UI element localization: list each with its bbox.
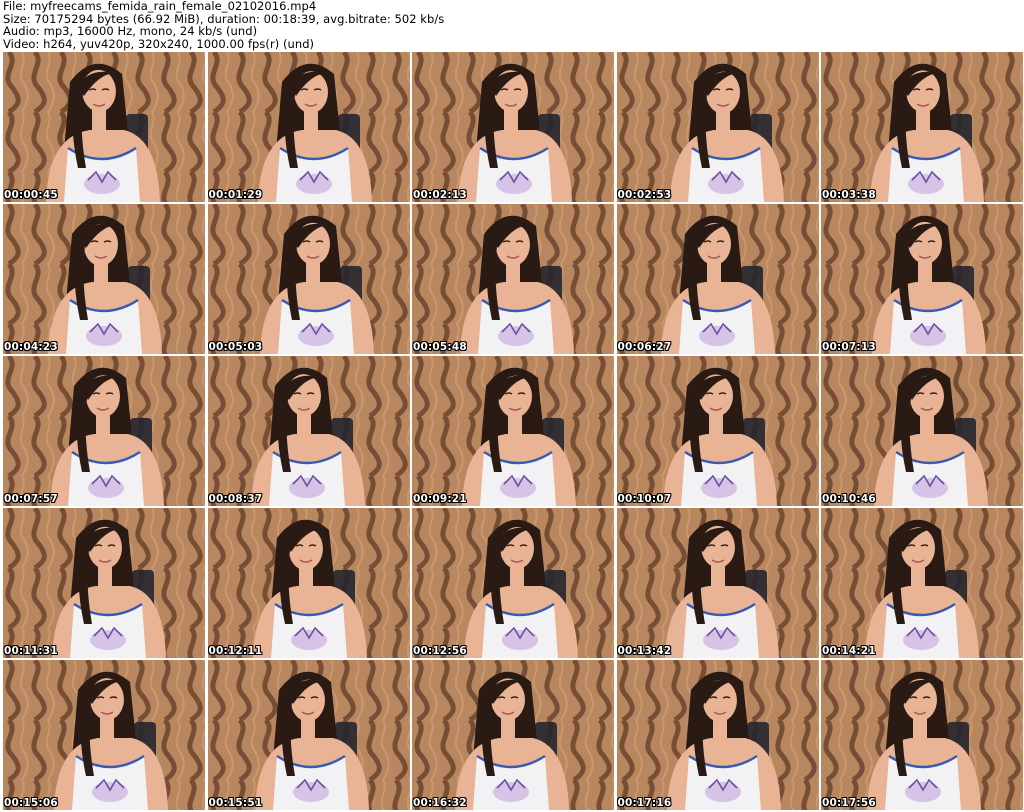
video-thumbnail: 00:02:13 [412, 52, 614, 202]
video-frame [821, 356, 1023, 506]
thumbnail-timestamp: 00:13:42 [617, 645, 672, 657]
thumbnail-timestamp: 00:10:46 [822, 493, 876, 505]
video-thumbnail: 00:04:23 [3, 204, 205, 354]
thumbnail-timestamp: 00:05:48 [413, 341, 467, 353]
video-thumbnail: 00:12:56 [412, 508, 614, 658]
thumbnail-timestamp: 00:16:32 [413, 797, 467, 809]
video-thumbnail: 00:14:21 [821, 508, 1023, 658]
video-frame [412, 356, 614, 506]
file-name-line: File: myfreecams_femida_rain_female_0210… [3, 0, 317, 13]
video-frame [616, 204, 819, 354]
thumbnail-timestamp: 00:00:45 [4, 189, 58, 201]
video-frame [616, 508, 819, 658]
video-thumbnail: 00:11:31 [3, 508, 205, 658]
video-thumbnail: 00:02:53 [616, 52, 819, 202]
video-thumbnail: 00:12:11 [207, 508, 410, 658]
video-thumbnail: 00:07:57 [3, 356, 205, 506]
thumbnail-timestamp: 00:11:31 [4, 645, 58, 657]
video-frame [207, 660, 410, 810]
video-thumbnail: 00:03:38 [821, 52, 1023, 202]
thumbnail-timestamp: 00:07:13 [822, 341, 876, 353]
video-frame [3, 52, 205, 202]
video-frame [3, 660, 205, 810]
thumbnail-timestamp: 00:07:57 [4, 493, 58, 505]
thumbnail-timestamp: 00:06:27 [617, 341, 672, 353]
video-frame [821, 508, 1023, 658]
thumbnail-timestamp: 00:10:07 [617, 493, 672, 505]
video-thumbnail: 00:08:37 [207, 356, 410, 506]
thumbnail-timestamp: 00:02:53 [617, 189, 672, 201]
video-thumbnail: 00:00:45 [3, 52, 205, 202]
thumbnail-timestamp: 00:12:56 [413, 645, 467, 657]
video-thumbnail: 00:09:21 [412, 356, 614, 506]
video-thumbnail: 00:01:29 [207, 52, 410, 202]
video-thumbnail: 00:10:07 [616, 356, 819, 506]
video-info-line: Video: h264, yuv420p, 320x240, 1000.00 f… [3, 36, 315, 51]
thumbnail-timestamp: 00:09:21 [413, 493, 467, 505]
video-thumbnail: 00:05:03 [207, 204, 410, 354]
thumbnail-timestamp: 00:04:23 [4, 341, 58, 353]
video-frame [821, 660, 1023, 810]
video-thumbnail: 00:16:32 [412, 660, 614, 810]
thumbnail-timestamp: 00:03:38 [822, 189, 876, 201]
thumbnail-timestamp: 00:02:13 [413, 189, 467, 201]
video-thumbnail: 00:07:13 [821, 204, 1023, 354]
video-frame [3, 356, 205, 506]
video-frame [821, 52, 1023, 202]
video-thumbnail: 00:13:42 [616, 508, 819, 658]
video-frame [616, 52, 819, 202]
video-thumbnail: 00:05:48 [412, 204, 614, 354]
video-frame [207, 52, 410, 202]
thumbnail-timestamp: 00:05:03 [208, 341, 263, 353]
file-info-header: File: myfreecams_femida_rain_female_0210… [3, 0, 1021, 50]
thumbnail-timestamp: 00:17:56 [822, 797, 876, 809]
video-thumbnail: 00:10:46 [821, 356, 1023, 506]
thumbnail-timestamp: 00:15:06 [4, 797, 58, 809]
thumbnail-timestamp: 00:01:29 [208, 189, 263, 201]
video-frame [412, 204, 614, 354]
video-frame [412, 508, 614, 658]
thumbnail-timestamp: 00:12:11 [208, 645, 263, 657]
video-thumbnail: 00:06:27 [616, 204, 819, 354]
video-frame [412, 52, 614, 202]
audio-info-line: Audio: mp3, 16000 Hz, mono, 24 kb/s (und… [3, 24, 258, 38]
video-thumbnail: 00:17:56 [821, 660, 1023, 810]
video-thumbnail: 00:15:51 [207, 660, 410, 810]
video-frame [412, 660, 614, 810]
video-thumbnail: 00:17:16 [616, 660, 819, 810]
video-frame [3, 508, 205, 658]
video-frame [616, 356, 819, 506]
thumbnail-timestamp: 00:08:37 [208, 493, 263, 505]
video-frame [207, 508, 410, 658]
video-frame [207, 356, 410, 506]
thumbnail-grid: 00:00:45 00:01:29 00:02:13 00:02:53 00:03:38… [3, 52, 1023, 812]
video-frame [3, 204, 205, 354]
thumbnail-timestamp: 00:14:21 [822, 645, 876, 657]
video-thumbnail: 00:15:06 [3, 660, 205, 810]
thumbnail-timestamp: 00:15:51 [208, 797, 263, 809]
video-frame [616, 660, 819, 810]
video-frame [207, 204, 410, 354]
thumbnail-timestamp: 00:17:16 [617, 797, 672, 809]
video-frame [821, 204, 1023, 354]
